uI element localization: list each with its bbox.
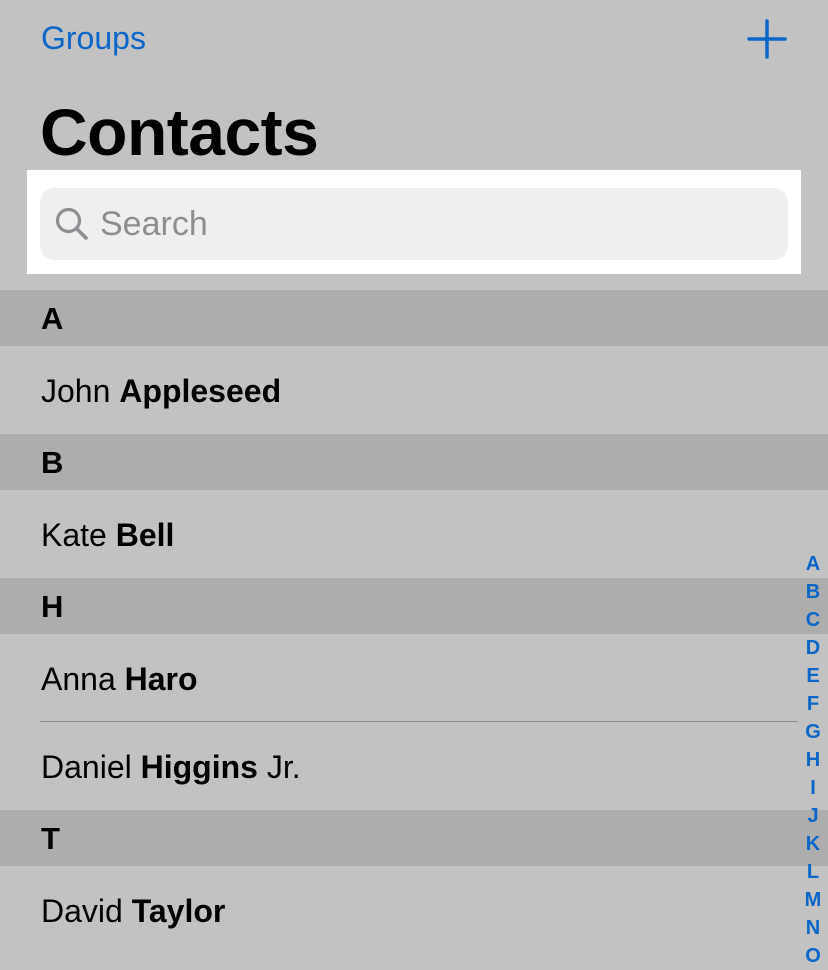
contact-last-name: Taylor — [131, 893, 226, 929]
index-letter-k[interactable]: K — [798, 830, 828, 858]
section-header-a: A — [0, 290, 828, 346]
contact-first-name: Kate — [41, 517, 107, 553]
index-letter-d[interactable]: D — [798, 634, 828, 662]
contact-row[interactable]: Anna Haro — [0, 634, 828, 722]
index-letter-j[interactable]: J — [798, 802, 828, 830]
contact-first-name: Daniel — [41, 749, 132, 785]
index-letter-i[interactable]: I — [798, 774, 828, 802]
contact-list: A John Appleseed B Kate Bell H Anna Haro Danie… — [0, 290, 828, 954]
contact-row[interactable]: Daniel Higgins Jr. — [0, 722, 828, 810]
index-letter-l[interactable]: L — [798, 858, 828, 886]
contact-first-name: David — [41, 893, 123, 929]
section-letter: B — [41, 445, 64, 480]
contact-name: Kate Bell — [41, 516, 174, 554]
index-letter-g[interactable]: G — [798, 718, 828, 746]
contact-first-name: John — [41, 373, 111, 409]
contact-last-name: Appleseed — [119, 373, 282, 409]
contact-row[interactable]: David Taylor — [0, 866, 828, 954]
search-container: Search — [27, 170, 801, 274]
contact-last-name: Haro — [124, 661, 198, 697]
search-input[interactable]: Search — [40, 188, 788, 260]
index-letter-h[interactable]: H — [798, 746, 828, 774]
page-title: Contacts — [40, 95, 319, 169]
index-letter-e[interactable]: E — [798, 662, 828, 690]
section-header-h: H — [0, 578, 828, 634]
navigation-bar: Groups — [0, 0, 828, 80]
plus-icon — [747, 19, 787, 59]
groups-button[interactable]: Groups — [41, 18, 146, 58]
index-letter-f[interactable]: F — [798, 690, 828, 718]
section-header-t: T — [0, 810, 828, 866]
section-letter: A — [41, 301, 64, 336]
contact-first-name: Anna — [41, 661, 116, 697]
contact-last-name: Bell — [115, 517, 175, 553]
section-header-b: B — [0, 434, 828, 490]
search-placeholder: Search — [100, 205, 208, 243]
contact-row[interactable]: John Appleseed — [0, 346, 828, 434]
contact-name: David Taylor — [41, 892, 225, 930]
contact-name: Anna Haro — [41, 660, 198, 698]
index-letter-n[interactable]: N — [798, 914, 828, 942]
contact-row[interactable]: Kate Bell — [0, 490, 828, 578]
contact-name: John Appleseed — [41, 372, 281, 410]
add-contact-button[interactable] — [746, 18, 788, 60]
index-letter-o[interactable]: O — [798, 942, 828, 970]
index-letter-b[interactable]: B — [798, 578, 828, 606]
contact-last-name: Higgins — [140, 749, 258, 785]
index-letter-a[interactable]: A — [798, 550, 828, 578]
contact-name: Daniel Higgins Jr. — [41, 748, 301, 786]
section-index-bar[interactable]: ABCDEFGHIJKLMNO — [798, 550, 828, 970]
section-letter: T — [41, 821, 60, 856]
section-letter: H — [41, 589, 64, 624]
magnifying-glass-icon — [55, 207, 88, 240]
index-letter-c[interactable]: C — [798, 606, 828, 634]
index-letter-m[interactable]: M — [798, 886, 828, 914]
contact-name-suffix: Jr. — [266, 749, 301, 785]
